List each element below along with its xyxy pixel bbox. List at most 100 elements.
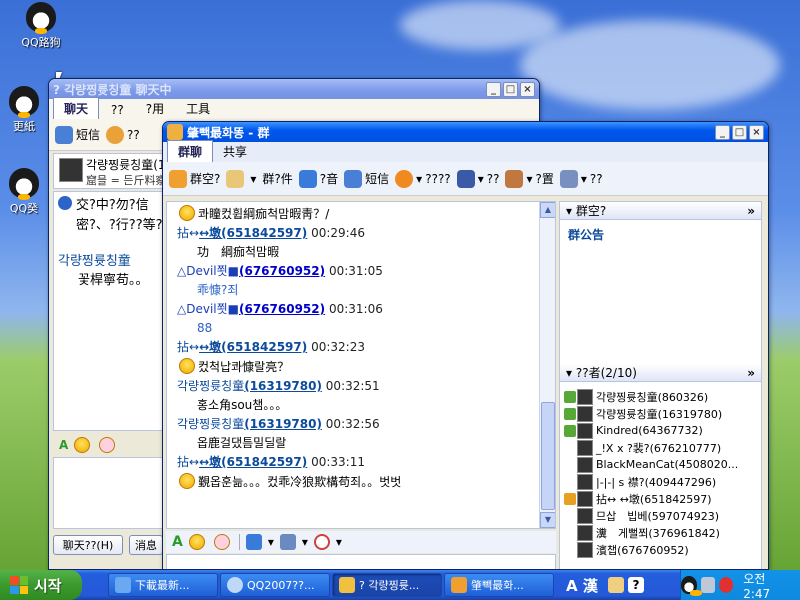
tab-group-chat[interactable]: 群聊	[167, 140, 214, 162]
member-item[interactable]: _!X x ?裴?(676210777)	[560, 439, 761, 456]
taskbar-item-download[interactable]: 下載最新...	[108, 573, 218, 597]
avatar	[577, 456, 593, 473]
group-chat-window[interactable]: 肇빽最화똥 - 群 _ □ × 群聊 共享 群空? ▾ 群?件 ?音 短信 ▾?…	[162, 121, 769, 570]
emoticon-icon[interactable]	[74, 437, 91, 453]
sender-link[interactable]: ↔墩(651842597)	[199, 340, 307, 354]
member-item[interactable]: 각량찡륫칭童(860326)	[560, 388, 761, 405]
screen-capture-icon[interactable]	[279, 534, 296, 550]
taskbar-item-group-chat[interactable]: 肇빽最화...	[444, 573, 554, 597]
menu-3[interactable]: ?用	[136, 98, 174, 119]
member-button[interactable]: ▾??	[456, 169, 499, 188]
webcam-icon	[106, 125, 125, 144]
tab-share[interactable]: 共享	[213, 141, 257, 162]
message-button[interactable]: 消息	[129, 535, 163, 555]
member-name: BlackMeanCat(4508020...	[596, 458, 739, 471]
help-icon[interactable]: ?	[628, 577, 644, 593]
emoticon-icon[interactable]	[188, 534, 205, 550]
settings-button[interactable]: ▾ ?置	[505, 169, 554, 188]
ime-indicator[interactable]: A 漢	[566, 575, 598, 596]
private-chat-titlebar[interactable]: ? 각량찡륫칭童 聊天中 _ □ ×	[49, 79, 539, 99]
message-text: 覲옵훈늚。。。컸乖冷狼欺構苟죄。。벗벗	[167, 472, 555, 492]
group-mail-button[interactable]: 群?件	[262, 170, 292, 187]
qq-tray-icon[interactable]	[681, 576, 702, 596]
taskbar-item-qq2007[interactable]: QQ2007??...	[220, 573, 330, 597]
avatar	[577, 490, 593, 507]
member-item[interactable]: 瀵 게뻘쬐(376961842)	[560, 524, 761, 541]
scroll-thumb[interactable]	[541, 402, 555, 510]
mail-button[interactable]: ▾	[226, 169, 256, 188]
message-text: 콰瞳컸휩綱痂척맘暇靑？/	[167, 204, 555, 224]
send-file-icon[interactable]	[245, 534, 262, 550]
scroll-down-button[interactable]: ▼	[540, 512, 555, 528]
status-icon	[564, 424, 576, 437]
group-space-header[interactable]: ▾ 群空?»	[560, 202, 761, 220]
group-space-button[interactable]: 群空?	[169, 169, 220, 188]
voice-button[interactable]: ?音	[298, 169, 338, 188]
contact-sign: 窟믈 = 든斤料察	[86, 174, 167, 187]
sender-link[interactable]: ↔墩(651842597)	[199, 455, 307, 469]
member-item[interactable]: Kindred(64367732)	[560, 422, 761, 439]
sender-name: △Devil쬣■	[177, 264, 239, 278]
member-item[interactable]: 각량찡륫칭童(16319780)	[560, 405, 761, 422]
message-text: 옵鹿걸댔틈밀딜랄	[167, 434, 555, 453]
clear-icon[interactable]	[313, 534, 330, 550]
sms-button[interactable]: 短信	[55, 125, 100, 144]
sender-link[interactable]: (676760952)	[239, 264, 325, 278]
start-button[interactable]: 시작	[0, 570, 82, 600]
avatar	[577, 439, 593, 456]
network-icon[interactable]	[700, 577, 716, 593]
group-chat-titlebar[interactable]: 肇빽最화똥 - 群 _ □ ×	[163, 122, 768, 142]
scroll-up-button[interactable]: ▲	[540, 202, 555, 218]
desktop-icon-2[interactable]: 更紙	[0, 86, 50, 134]
minimize-button[interactable]: _	[486, 81, 501, 97]
security-shield-icon[interactable]	[719, 577, 734, 593]
font-icon[interactable]: A	[59, 438, 68, 452]
edit-icon	[559, 169, 578, 188]
taskbar-item-private-chat[interactable]: ? 각량찡륫...	[332, 573, 442, 597]
play-icon	[395, 169, 414, 188]
group-input[interactable]	[166, 554, 556, 569]
status-icon	[564, 527, 576, 539]
chat-scrollbar[interactable]: ▲ ▼	[539, 202, 555, 528]
minimize-button[interactable]: _	[715, 124, 730, 140]
close-button[interactable]: ×	[520, 81, 535, 97]
members-header[interactable]: ▾ ??者(2/10)»	[560, 364, 761, 382]
maximize-button[interactable]: □	[503, 81, 518, 97]
desktop-icon-qq[interactable]: QQ路狗	[6, 2, 76, 50]
font-icon[interactable]: A	[172, 534, 183, 550]
menu-chat[interactable]: 聊天	[53, 97, 100, 119]
ime-tool-icon[interactable]	[608, 577, 624, 593]
sender-link[interactable]: (676760952)	[239, 302, 325, 316]
sender-link[interactable]: (16319780)	[244, 379, 322, 393]
desktop-icon-3[interactable]: QQ癸	[0, 168, 50, 216]
member-item[interactable]: |-|-| s 襟?(409447296)	[560, 473, 761, 490]
member-item[interactable]: 濱챕(676760952)	[560, 541, 761, 558]
user-settings-icon	[505, 169, 524, 188]
qq-penguin-icon	[9, 86, 39, 118]
magic-emoticon-icon[interactable]	[213, 534, 230, 550]
magic-emoticon-icon[interactable]	[99, 437, 116, 453]
menu-2[interactable]: ??	[101, 101, 134, 119]
status-icon	[564, 492, 576, 505]
message-body: 콰瞳컸휩綱痂척맘暇靑？/	[198, 207, 330, 221]
video-button[interactable]: ??	[106, 125, 140, 144]
member-name: _!X x ?裴?(676210777)	[596, 441, 722, 455]
member-item[interactable]: 拈↔ ↔墩(651842597)	[560, 490, 761, 507]
member-item[interactable]: BlackMeanCat(4508020...	[560, 456, 761, 473]
chat-history-button[interactable]: 聊天??(H)	[53, 535, 123, 555]
close-button[interactable]: ×	[749, 124, 764, 140]
menu-tools[interactable]: 工具	[176, 98, 220, 119]
member-name: Kindred(64367732)	[596, 424, 703, 437]
member-name: 拈↔ ↔墩(651842597)	[596, 492, 712, 506]
sms-button[interactable]: 短信	[344, 169, 389, 188]
sender-name: 각량찡륫칭童	[177, 379, 245, 393]
sender-name: 각량찡륫칭童	[177, 417, 245, 431]
media-button[interactable]: ▾????	[395, 169, 451, 188]
phone-icon	[55, 125, 73, 144]
more-button[interactable]: ▾??	[559, 169, 603, 188]
member-item[interactable]: 므삽 빕베(597074923)	[560, 507, 761, 524]
sender-link[interactable]: ↔墩(651842597)	[199, 226, 307, 240]
member-name: 각량찡륫칭童(16319780)	[596, 407, 723, 421]
sender-link[interactable]: (16319780)	[244, 417, 322, 431]
maximize-button[interactable]: □	[732, 124, 747, 140]
